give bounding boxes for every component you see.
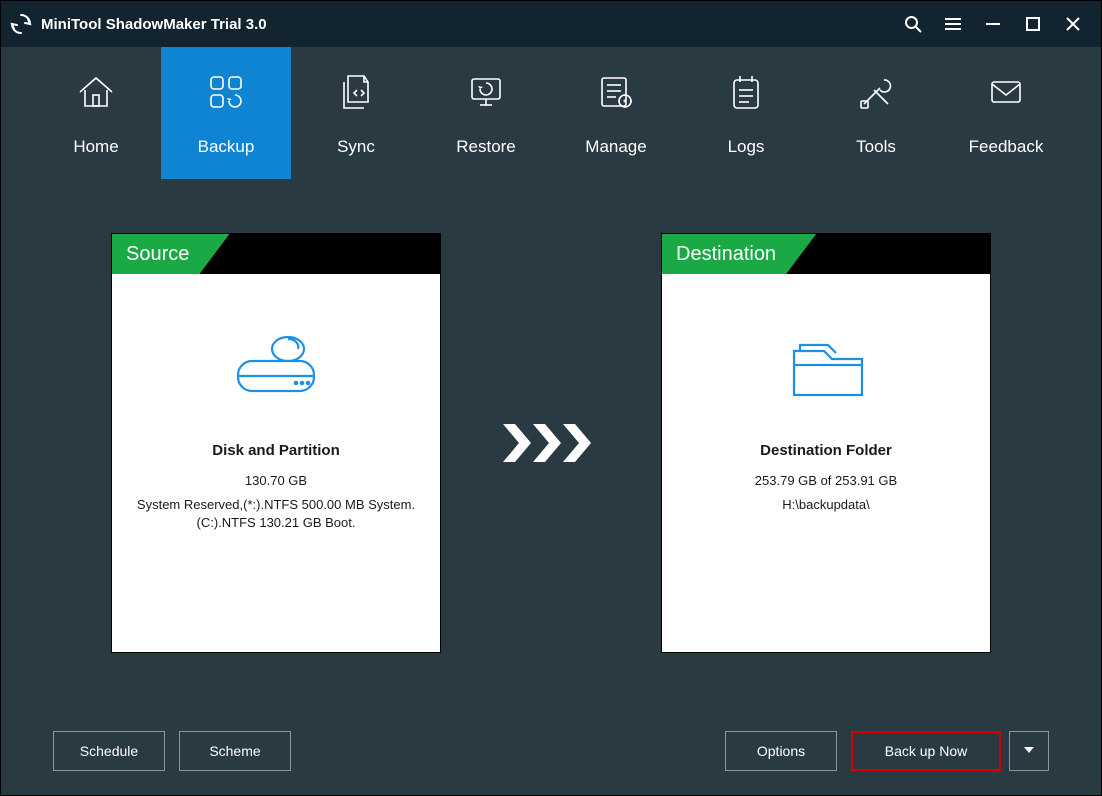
logs-icon — [724, 70, 768, 119]
nav-item-manage[interactable]: Manage — [551, 47, 681, 179]
nav-label: Sync — [337, 137, 375, 157]
nav-label: Manage — [585, 137, 646, 157]
work-area: Source D — [1, 179, 1101, 707]
destination-title: Destination Folder — [760, 442, 892, 459]
nav-item-logs[interactable]: Logs — [681, 47, 811, 179]
nav-label: Home — [73, 137, 118, 157]
main-nav: Home Backup Sync — [1, 47, 1101, 179]
feedback-icon — [984, 70, 1028, 119]
nav-label: Tools — [856, 137, 896, 157]
folder-icon — [776, 319, 876, 414]
nav-item-tools[interactable]: Tools — [811, 47, 941, 179]
restore-icon — [464, 70, 508, 119]
nav-label: Logs — [728, 137, 765, 157]
backup-now-button[interactable]: Back up Now — [851, 731, 1001, 771]
search-icon[interactable] — [893, 1, 933, 47]
backup-icon — [204, 70, 248, 119]
source-card-header: Source — [112, 234, 440, 274]
nav-label: Restore — [456, 137, 516, 157]
chevron-down-icon — [1022, 743, 1036, 760]
home-icon — [74, 70, 118, 119]
app-logo-icon — [9, 12, 33, 36]
tools-icon — [854, 70, 898, 119]
menu-icon[interactable] — [933, 1, 973, 47]
bottom-bar: Schedule Scheme Options Back up Now — [1, 707, 1101, 795]
nav-item-sync[interactable]: Sync — [291, 47, 421, 179]
sync-icon — [334, 70, 378, 119]
nav-item-home[interactable]: Home — [31, 47, 161, 179]
nav-item-feedback[interactable]: Feedback — [941, 47, 1071, 179]
chevrons-icon — [501, 233, 601, 653]
destination-card[interactable]: Destination Destination Folder 253.79 GB… — [661, 233, 991, 653]
destination-card-header: Destination — [662, 234, 990, 274]
scheme-button[interactable]: Scheme — [179, 731, 291, 771]
titlebar: MiniTool ShadowMaker Trial 3.0 — [1, 1, 1101, 47]
nav-label: Feedback — [969, 137, 1044, 157]
nav-item-restore[interactable]: Restore — [421, 47, 551, 179]
options-button[interactable]: Options — [725, 731, 837, 771]
manage-icon — [594, 70, 638, 119]
nav-label: Backup — [198, 137, 255, 157]
minimize-button[interactable] — [973, 1, 1013, 47]
source-details: System Reserved,(*:).NTFS 500.00 MB Syst… — [131, 496, 421, 532]
app-title: MiniTool ShadowMaker Trial 3.0 — [41, 16, 267, 33]
destination-size: 253.79 GB of 253.91 GB — [755, 473, 897, 488]
destination-path: H:\backupdata\ — [776, 496, 875, 514]
source-size: 130.70 GB — [245, 473, 307, 488]
disk-icon — [226, 319, 326, 414]
app-window: MiniTool ShadowMaker Trial 3.0 Home — [0, 0, 1102, 796]
source-card[interactable]: Source D — [111, 233, 441, 653]
nav-item-backup[interactable]: Backup — [161, 47, 291, 179]
schedule-button[interactable]: Schedule — [53, 731, 165, 771]
close-button[interactable] — [1053, 1, 1093, 47]
maximize-button[interactable] — [1013, 1, 1053, 47]
backup-now-dropdown[interactable] — [1009, 731, 1049, 771]
source-title: Disk and Partition — [212, 442, 340, 459]
